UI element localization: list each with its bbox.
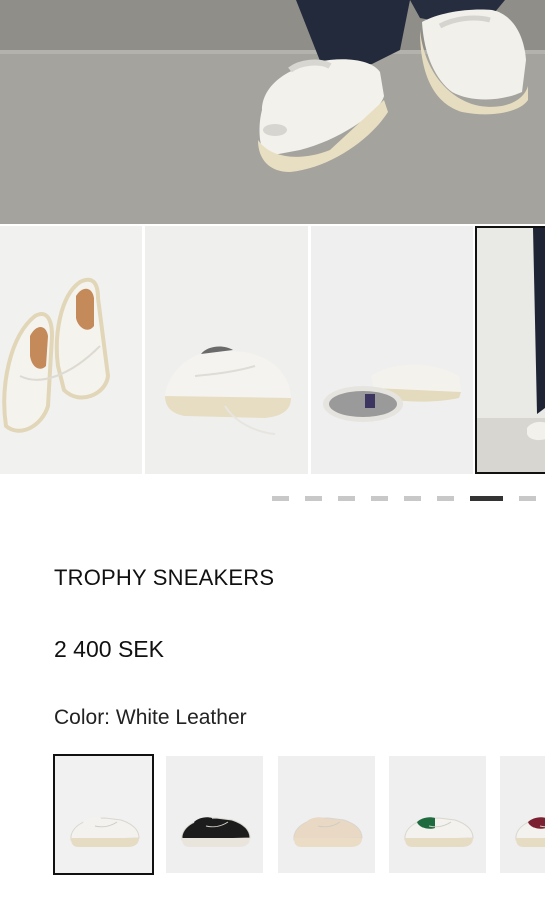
color-swatch-green[interactable]	[389, 756, 486, 873]
pager-dot[interactable]	[338, 496, 355, 501]
pager-dot-active[interactable]	[470, 496, 503, 501]
color-swatch-black[interactable]	[166, 756, 263, 873]
swatch-shoe-icon	[404, 817, 474, 847]
pager-dot[interactable]	[371, 496, 388, 501]
hero-photo	[0, 0, 545, 224]
swatch-shoe-icon	[70, 817, 140, 847]
color-label: Color:	[54, 706, 111, 729]
color-swatch-white-leather[interactable]	[53, 754, 154, 875]
pager-dot[interactable]	[437, 496, 454, 501]
thumbnail-pair-top-view[interactable]	[0, 226, 142, 474]
selected-color-line: Color: White Leather	[54, 706, 247, 730]
pager-dot[interactable]	[519, 496, 536, 501]
pager-dot[interactable]	[305, 496, 322, 501]
color-value: White Leather	[115, 706, 247, 729]
product-title: TROPHY SNEAKERS	[54, 565, 275, 590]
color-swatch-list	[0, 754, 545, 876]
color-swatch-burgundy[interactable]	[500, 756, 545, 873]
swatch-shoe-icon	[181, 817, 251, 847]
swatch-shoe-icon	[515, 817, 545, 847]
pager-dot[interactable]	[272, 496, 289, 501]
color-swatch-beige[interactable]	[278, 756, 375, 873]
pager-dot[interactable]	[404, 496, 421, 501]
thumbnail-pair-side-view[interactable]	[145, 226, 308, 474]
thumbnail-strip	[0, 226, 545, 474]
thumbnail-sole-view[interactable]	[311, 226, 473, 474]
product-price: 2 400 SEK	[54, 636, 164, 662]
hero-product-image[interactable]	[0, 0, 545, 224]
swatch-shoe-icon	[293, 817, 363, 847]
thumbnail-on-model-view[interactable]	[475, 226, 545, 474]
